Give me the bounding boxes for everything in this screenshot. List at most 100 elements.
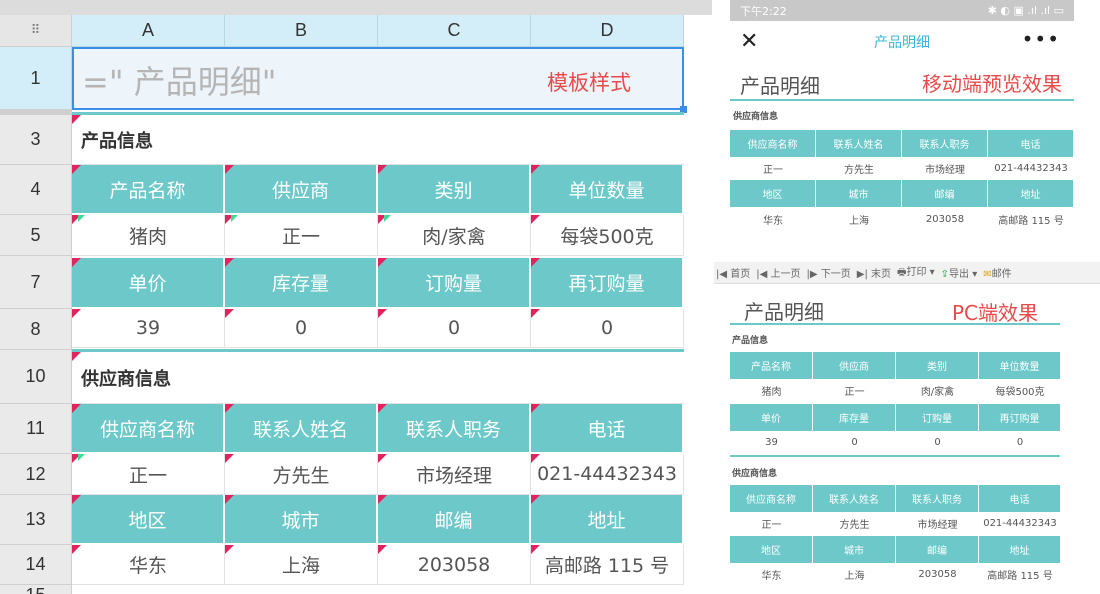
pc-cell: 203058 — [918, 568, 957, 580]
cell-b11[interactable]: 联系人姓名 — [225, 404, 378, 454]
row-header-13[interactable]: 13 — [0, 495, 72, 545]
section-title-supplier[interactable]: 供应商信息 — [72, 352, 684, 404]
pc-cell: 联系人姓名 — [813, 485, 896, 512]
export-button[interactable]: ⇪导出 ▾ — [941, 265, 978, 280]
cell-a11[interactable]: 供应商名称 — [72, 404, 225, 454]
cell-a14[interactable]: 华东 — [72, 545, 225, 585]
cell-c7[interactable]: 订购量 — [378, 258, 531, 309]
cell-d4[interactable]: 单位数量 — [531, 165, 684, 215]
cell-c8[interactable]: 0 — [378, 309, 531, 348]
pc-cell: 正一 — [761, 519, 782, 531]
row-header-3[interactable]: 3 — [0, 115, 72, 165]
row-header-4[interactable]: 4 — [0, 165, 72, 215]
teal-divider — [730, 323, 1060, 325]
cell-a12[interactable]: 正一 — [72, 454, 225, 495]
pc-cell: 高邮路 115 号 — [987, 570, 1053, 582]
print-button[interactable]: 🖶打印 ▾ — [897, 263, 935, 282]
comment-flag-icon — [378, 215, 391, 224]
cell-c13[interactable]: 邮编 — [378, 495, 531, 545]
select-all-corner[interactable]: ⠿ — [0, 15, 72, 47]
mobile-cell: 方先生 — [844, 164, 874, 176]
cell-a13[interactable]: 地区 — [72, 495, 225, 545]
comment-flag-icon — [72, 545, 81, 554]
mail-button[interactable]: ✉邮件 — [983, 265, 1011, 280]
cell-text: 订购量 — [424, 273, 482, 295]
row-header-15[interactable]: 15 — [0, 585, 72, 594]
pc-cell: 订购量 — [896, 404, 979, 431]
row-header-11[interactable]: 11 — [0, 404, 72, 454]
cell-d13[interactable]: 地址 — [531, 495, 684, 545]
first-page-icon: |◀ — [716, 269, 728, 280]
cell-c11[interactable]: 联系人职务 — [378, 404, 531, 454]
mobile-cell: 联系人姓名 — [816, 130, 902, 157]
cell-b14[interactable]: 上海 — [225, 545, 378, 585]
sheet-toolbar-strip — [0, 0, 712, 15]
row-header-8[interactable]: 8 — [0, 309, 72, 350]
cell-c5[interactable]: 肉/家禽 — [378, 215, 531, 256]
column-header-a[interactable]: A — [72, 15, 225, 47]
template-title-cell[interactable]: =" 产品明细" 模板样式 — [72, 47, 687, 113]
pc-cell: 供应商 — [813, 352, 896, 379]
cell-a8[interactable]: 39 — [72, 309, 225, 348]
cell-b12[interactable]: 方先生 — [225, 454, 378, 495]
column-header-c[interactable]: C — [378, 15, 531, 47]
comment-flag-icon — [531, 404, 540, 413]
cell-text: 正一 — [281, 225, 320, 248]
cell-text: 0 — [600, 317, 614, 339]
comment-flag-icon — [72, 165, 81, 174]
more-icon[interactable]: ••• — [1022, 27, 1060, 51]
comment-flag-icon — [225, 454, 234, 463]
cell-c14[interactable]: 203058 — [378, 545, 531, 585]
cell-b13[interactable]: 城市 — [225, 495, 378, 545]
row-header-5[interactable]: 5 — [0, 215, 72, 256]
comment-flag-icon — [378, 545, 387, 554]
pc-cell: 城市 — [813, 536, 896, 563]
cell-text: 上海 — [281, 555, 320, 577]
cell-d11[interactable]: 电话 — [531, 404, 684, 454]
pc-cell: 0 — [851, 436, 858, 448]
phone-nav-bar: ✕ 产品明细 ••• — [730, 21, 1074, 63]
pc-cell: 联系人职务 — [896, 485, 979, 512]
column-header-b[interactable]: B — [225, 15, 378, 47]
cell-d7[interactable]: 再订购量 — [531, 258, 684, 309]
prev-page-button[interactable]: |◀ 上一页 — [756, 265, 800, 280]
cell-b4[interactable]: 供应商 — [225, 165, 378, 215]
cell-text: 再订购量 — [568, 273, 645, 295]
cell-text: 华东 — [128, 555, 167, 577]
pc-cell: 单位数量 — [979, 352, 1061, 379]
row-header-10[interactable]: 10 — [0, 350, 72, 404]
report-title: 产品明细 — [744, 300, 824, 324]
cell-d12[interactable]: 021-44432343 — [531, 454, 684, 495]
comment-flag-icon — [72, 258, 81, 267]
last-page-button[interactable]: ▶| 末页 — [857, 265, 891, 280]
comment-flag-icon — [531, 454, 540, 463]
cell-b5[interactable]: 正一 — [225, 215, 378, 256]
status-time: 下午2:22 — [740, 4, 787, 18]
cell-b8[interactable]: 0 — [225, 309, 378, 348]
cell-text: 电话 — [587, 418, 626, 441]
cell-b7[interactable]: 库存量 — [225, 258, 378, 309]
pc-preview-note: PC端效果 — [952, 301, 1039, 325]
comment-flag-icon — [378, 454, 387, 463]
cell-a7[interactable]: 单价 — [72, 258, 225, 309]
cell-c4[interactable]: 类别 — [378, 165, 531, 215]
next-page-button[interactable]: |▶ 下一页 — [807, 265, 851, 280]
cell-c12[interactable]: 市场经理 — [378, 454, 531, 495]
section-title-product[interactable]: 产品信息 — [72, 115, 684, 165]
first-page-button[interactable]: |◀ 首页 — [716, 265, 750, 280]
cell-a4[interactable]: 产品名称 — [72, 165, 225, 215]
row-header-7[interactable]: 7 — [0, 256, 72, 309]
cell-d14[interactable]: 高邮路 115 号 — [531, 545, 684, 585]
cell-d8[interactable]: 0 — [531, 309, 684, 348]
column-header-d[interactable]: D — [531, 15, 684, 47]
mobile-cell: 地址 — [988, 180, 1074, 207]
cell-a5[interactable]: 猪肉 — [72, 215, 225, 256]
row-header-1[interactable]: 1 — [0, 47, 72, 110]
cell-text: 正一 — [128, 464, 167, 487]
mobile-cell: 城市 — [816, 180, 902, 207]
row-header-12[interactable]: 12 — [0, 454, 72, 495]
cell-d5[interactable]: 每袋500克 — [531, 215, 684, 256]
close-icon[interactable]: ✕ — [740, 29, 758, 54]
cell-text: 单位数量 — [568, 179, 645, 202]
row-header-14[interactable]: 14 — [0, 545, 72, 585]
